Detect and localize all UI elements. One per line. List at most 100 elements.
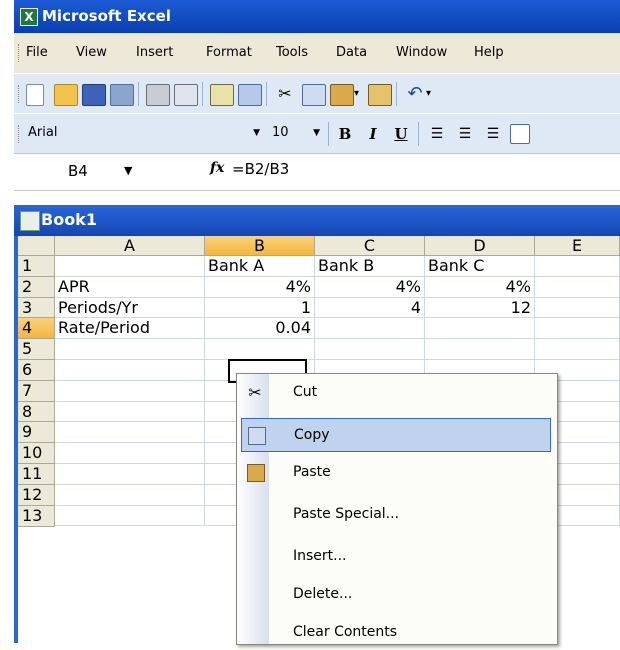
context-menu-paste-special[interactable]: Paste Special... — [241, 498, 551, 532]
new-icon[interactable] — [26, 84, 44, 106]
cell-c3[interactable]: 4 — [315, 297, 425, 319]
row-header-10[interactable]: 10 — [18, 443, 55, 464]
cell-a2[interactable]: APR — [55, 276, 205, 298]
cell-a3[interactable]: Periods/Yr — [55, 297, 205, 319]
cell-d3[interactable]: 12 — [425, 297, 535, 319]
grid-cell[interactable] — [315, 318, 425, 340]
grid-cell[interactable] — [535, 297, 620, 319]
open-icon[interactable] — [54, 84, 78, 106]
row-header-6[interactable]: 6 — [18, 360, 55, 381]
undo-icon[interactable]: ↶ — [404, 84, 426, 104]
row-header-2[interactable]: 2 — [18, 276, 55, 298]
print-preview-icon[interactable] — [174, 84, 198, 106]
formatting-toolbar: Arial ▼ 10 ▼ B I U ☰ ☰ ☰ — [14, 113, 620, 154]
research-icon[interactable] — [238, 84, 262, 106]
cell-c2[interactable]: 4% — [315, 276, 425, 298]
chevron-down-icon[interactable]: ▾ — [426, 84, 448, 104]
row-header-13[interactable]: 13 — [18, 505, 55, 527]
row-header-11[interactable]: 11 — [18, 464, 55, 485]
save-icon[interactable] — [82, 84, 106, 106]
column-header-c[interactable]: C — [315, 236, 425, 256]
cell-a4[interactable]: Rate/Period — [55, 318, 205, 340]
grid-cell[interactable] — [55, 380, 205, 402]
menu-window[interactable]: Window — [396, 45, 447, 60]
row-header-5[interactable]: 5 — [18, 339, 55, 360]
italic-button[interactable]: I — [362, 124, 384, 144]
row-header-12[interactable]: 12 — [18, 484, 55, 506]
menu-help[interactable]: Help — [474, 45, 504, 60]
column-header-e[interactable]: E — [535, 236, 620, 256]
paste-icon[interactable] — [330, 84, 354, 106]
cell-d1[interactable]: Bank C — [425, 256, 535, 277]
grid-cell[interactable] — [55, 401, 205, 423]
toolbar-grip[interactable] — [18, 125, 22, 143]
menu-file[interactable]: File — [26, 45, 48, 60]
context-menu-clear-contents[interactable]: Clear Contents — [241, 616, 551, 650]
row-header-9[interactable]: 9 — [18, 422, 55, 444]
copy-icon[interactable] — [302, 84, 326, 106]
cell-b2[interactable]: 4% — [205, 276, 315, 298]
print-icon[interactable] — [146, 84, 170, 106]
grid-cell[interactable] — [55, 443, 205, 464]
grid-cell[interactable] — [55, 464, 205, 485]
row-header-1[interactable]: 1 — [18, 256, 55, 277]
permission-icon[interactable] — [110, 84, 134, 106]
column-header-b[interactable]: B — [205, 236, 315, 256]
formula-input[interactable]: =B2/B3 — [232, 160, 289, 178]
name-box[interactable]: B4 ▼ — [14, 160, 164, 182]
grid-cell[interactable] — [535, 339, 620, 360]
format-painter-icon[interactable] — [368, 84, 392, 106]
grid-cell[interactable] — [535, 256, 620, 277]
cell-b1[interactable]: Bank A — [205, 256, 315, 277]
grid-cell[interactable] — [55, 360, 205, 381]
font-size-dropdown[interactable]: 10 ▼ — [268, 123, 324, 143]
context-menu-delete[interactable]: Delete... — [241, 578, 551, 612]
row-header-3[interactable]: 3 — [18, 297, 55, 319]
grid-cell[interactable] — [425, 339, 535, 360]
grid-cell[interactable] — [55, 505, 205, 527]
toolbar-grip[interactable] — [18, 44, 22, 62]
grid-cell[interactable] — [535, 318, 620, 340]
grid-cell[interactable] — [55, 422, 205, 444]
cell-c1[interactable]: Bank B — [315, 256, 425, 277]
cell-b3[interactable]: 1 — [205, 297, 315, 319]
context-menu-cut[interactable]: ✂ Cut — [241, 376, 551, 410]
bold-button[interactable]: B — [334, 124, 356, 144]
grid-cell[interactable] — [315, 339, 425, 360]
column-header-a[interactable]: A — [55, 236, 205, 256]
grid-cell[interactable] — [205, 339, 315, 360]
toolbar-grip[interactable] — [18, 85, 22, 103]
context-menu-paste[interactable]: Paste — [241, 456, 551, 490]
menu-view[interactable]: View — [76, 45, 107, 60]
cell-d2[interactable]: 4% — [425, 276, 535, 298]
row-header-7[interactable]: 7 — [18, 380, 55, 402]
row-header-8[interactable]: 8 — [18, 401, 55, 423]
menu-data[interactable]: Data — [336, 45, 367, 60]
merge-center-icon[interactable] — [510, 124, 530, 144]
menu-format[interactable]: Format — [206, 45, 252, 60]
underline-button[interactable]: U — [390, 124, 412, 144]
align-right-icon[interactable]: ☰ — [482, 124, 504, 144]
align-left-icon[interactable]: ☰ — [426, 124, 448, 144]
grid-cell[interactable] — [55, 256, 205, 277]
menu-tools[interactable]: Tools — [276, 45, 308, 60]
grid-cell[interactable] — [55, 339, 205, 360]
context-menu-copy[interactable]: Copy — [241, 418, 551, 452]
font-name-dropdown[interactable]: Arial ▼ — [24, 123, 264, 143]
paste-icon — [247, 464, 265, 482]
fx-icon[interactable]: fx — [210, 160, 224, 176]
menu-insert[interactable]: Insert — [136, 45, 173, 60]
grid-cell[interactable] — [535, 276, 620, 298]
row-header-4[interactable]: 4 — [18, 318, 55, 340]
select-all-corner[interactable] — [18, 236, 55, 256]
toolbar-separator — [418, 122, 419, 146]
grid-cell[interactable] — [425, 318, 535, 340]
grid-cell[interactable] — [55, 484, 205, 506]
context-menu-insert[interactable]: Insert... — [241, 540, 551, 574]
cut-icon[interactable]: ✂ — [274, 84, 296, 104]
spelling-icon[interactable] — [210, 84, 234, 106]
cell-b4[interactable]: 0.04 — [205, 318, 315, 340]
align-center-icon[interactable]: ☰ — [454, 124, 476, 144]
chevron-down-icon[interactable]: ▼ — [124, 160, 132, 182]
column-header-d[interactable]: D — [425, 236, 535, 256]
